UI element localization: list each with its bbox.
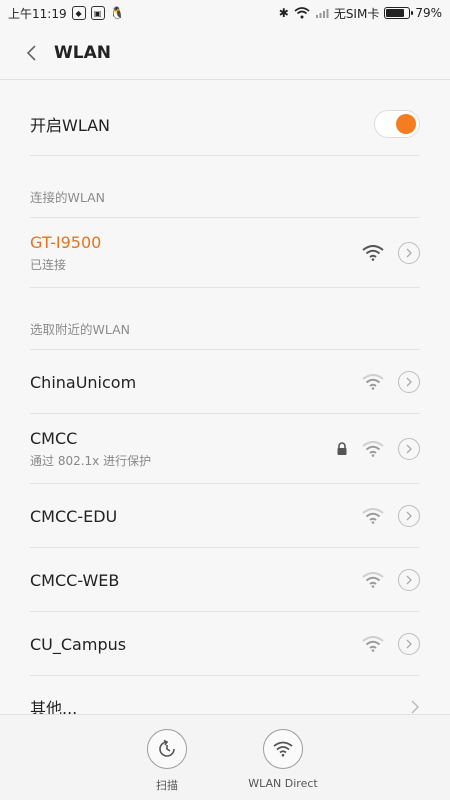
chevron-right-icon <box>406 511 412 521</box>
network-name: CMCC-EDU <box>30 506 118 526</box>
network-security: 通过 802.1x 进行保护 <box>30 454 152 468</box>
wifi-signal-icon <box>362 441 384 457</box>
wifi-signal-icon <box>362 374 384 390</box>
app-notification-icon: ◆ <box>71 6 86 20</box>
network-row[interactable]: CMCC-EDU <box>0 484 450 548</box>
wifi-signal-icon <box>362 245 384 261</box>
signal-icon <box>315 9 329 18</box>
chevron-right-icon <box>406 248 412 258</box>
network-actions <box>336 438 420 460</box>
scan-action[interactable]: 扫描 <box>127 729 207 800</box>
network-text: CU_Campus <box>30 635 362 654</box>
network-details-button[interactable] <box>398 633 420 655</box>
connected-network-row[interactable]: GT-I9500 已连接 <box>0 218 450 288</box>
wlan-direct-label: WLAN Direct <box>248 777 318 790</box>
network-details-button[interactable] <box>398 438 420 460</box>
wifi-status-icon <box>294 7 310 19</box>
bottom-action-bar: 扫描 WLAN Direct <box>0 714 450 800</box>
status-bar-right: ✱ 无SIM卡 79% <box>279 5 442 22</box>
network-text: ChinaUnicom <box>30 373 362 392</box>
network-details-button[interactable] <box>398 242 420 264</box>
chevron-right-icon <box>406 575 412 585</box>
network-name: GT-I9500 <box>30 233 102 252</box>
bluetooth-icon: ✱ <box>278 6 289 20</box>
qq-penguin-icon: 🐧 <box>109 6 125 20</box>
wlan-direct-button[interactable] <box>263 729 303 769</box>
battery-fill <box>386 9 404 17</box>
network-row[interactable]: ChinaUnicom <box>0 350 450 414</box>
wifi-direct-icon <box>273 741 293 757</box>
lock-icon <box>337 442 347 455</box>
network-name: CMCC-WEB <box>30 570 120 590</box>
chevron-right-icon <box>406 377 412 387</box>
connected-section-header: 连接的WLAN <box>0 156 450 218</box>
network-text: CMCC-EDU <box>30 507 362 526</box>
section-title: 连接的WLAN <box>30 190 106 205</box>
nearby-network-list: ChinaUnicom CMCC 通过 802.1x 进行保护 CMCC-EDU… <box>0 350 450 676</box>
wlan-direct-action[interactable]: WLAN Direct <box>243 729 323 800</box>
scan-label: 扫描 <box>156 779 178 792</box>
chevron-left-icon <box>26 44 36 61</box>
back-button[interactable] <box>16 38 46 68</box>
wlan-toggle-switch[interactable] <box>374 110 420 138</box>
wifi-signal-icon <box>362 636 384 652</box>
carrier-label: 无SIM卡 <box>333 6 380 21</box>
network-actions <box>362 633 420 655</box>
battery-icon <box>384 7 414 19</box>
nearby-section-header: 选取附近的WLAN <box>0 288 450 350</box>
network-row[interactable]: CMCC 通过 802.1x 进行保护 <box>0 414 450 484</box>
network-row[interactable]: CMCC-WEB <box>0 548 450 612</box>
status-bar-left: 上午11:19 ◆ ▣ 🐧 <box>8 5 125 22</box>
network-name: ChinaUnicom <box>30 372 137 392</box>
page-title: WLAN <box>54 42 111 63</box>
network-actions <box>362 505 420 527</box>
network-actions <box>362 242 420 264</box>
network-name: CU_Campus <box>30 634 127 654</box>
wlan-toggle-label: 开启WLAN <box>30 116 111 135</box>
section-title: 选取附近的WLAN <box>30 322 131 337</box>
network-name: CMCC <box>30 429 78 448</box>
header: WLAN <box>0 26 450 80</box>
network-details-button[interactable] <box>398 505 420 527</box>
wifi-signal-icon <box>362 508 384 524</box>
scan-button[interactable] <box>147 729 187 769</box>
network-text: CMCC-WEB <box>30 571 362 590</box>
status-time: 上午11:19 <box>8 6 67 21</box>
wifi-signal-icon <box>362 572 384 588</box>
network-actions <box>362 569 420 591</box>
chevron-right-icon <box>406 444 412 454</box>
chevron-right-icon <box>406 639 412 649</box>
app-notification-icon-2: ▣ <box>90 6 105 20</box>
refresh-icon <box>159 739 175 757</box>
toggle-knob <box>396 114 416 134</box>
network-actions <box>362 371 420 393</box>
network-text: CMCC 通过 802.1x 进行保护 <box>30 429 336 469</box>
status-bar: 上午11:19 ◆ ▣ 🐧 ✱ 无SIM卡 79% <box>0 0 450 26</box>
network-text: GT-I9500 已连接 <box>30 233 362 273</box>
network-status: 已连接 <box>30 258 67 272</box>
chevron-right-icon <box>411 700 420 714</box>
battery-percent: 79% <box>415 6 442 20</box>
network-details-button[interactable] <box>398 371 420 393</box>
network-row[interactable]: CU_Campus <box>0 612 450 676</box>
wlan-toggle-row[interactable]: 开启WLAN <box>0 92 450 156</box>
network-details-button[interactable] <box>398 569 420 591</box>
